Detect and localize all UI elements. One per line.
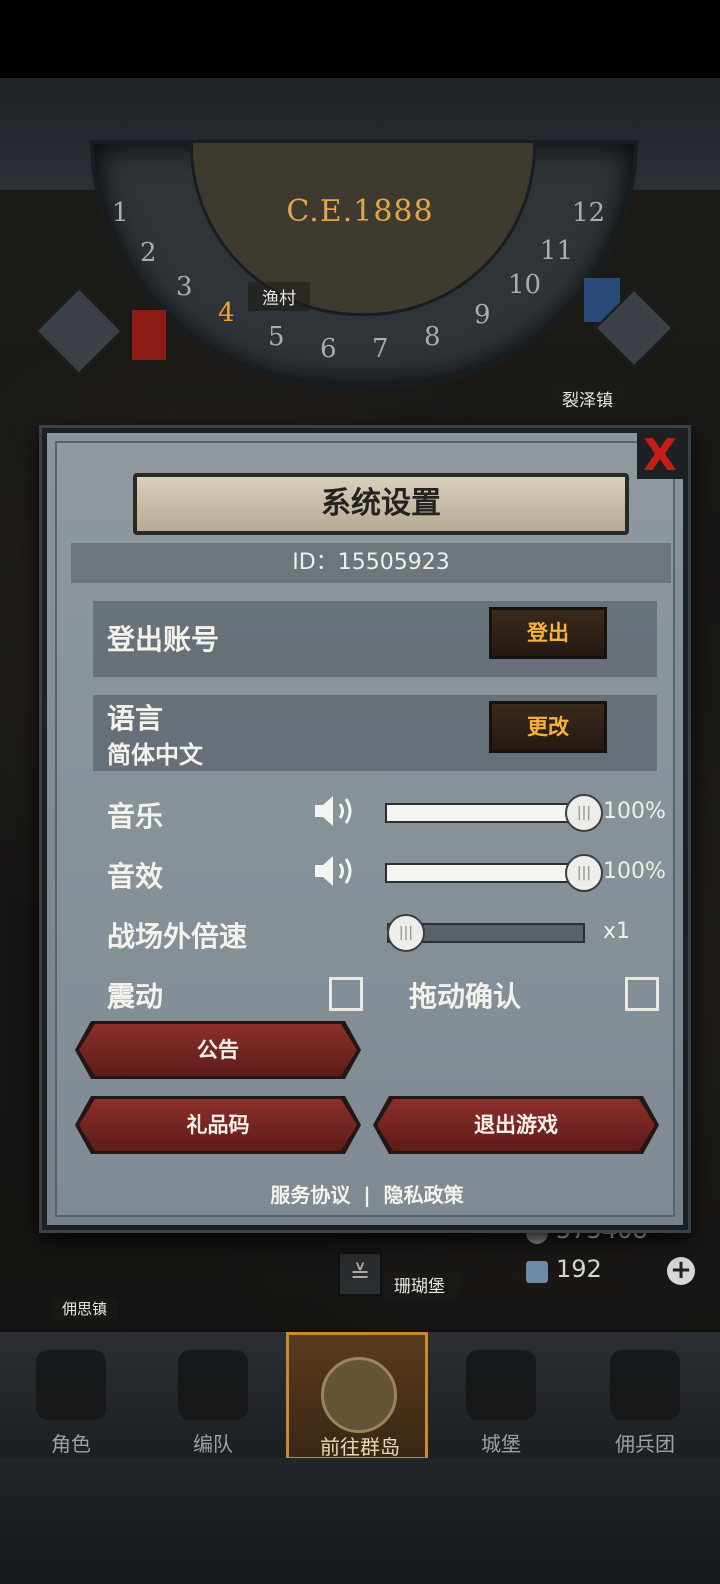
dial-number-12: 12 [572,198,606,228]
dial-number-10: 10 [508,270,542,300]
logout-button[interactable]: 登出 [489,607,607,659]
knight-icon [36,1350,106,1420]
nav-label: 编队 [193,1432,233,1456]
sfx-slider[interactable] [385,863,591,883]
top-black-bar [0,0,720,78]
music-slider-knob[interactable]: ||| [565,794,603,832]
map-label-crack-town[interactable]: 裂泽镇 [548,384,627,413]
footer-shade [0,1458,720,1584]
castle-icon [466,1350,536,1420]
dial-number-4: 4 [218,298,235,328]
dial-number-9: 9 [474,300,491,330]
crystal-icon [526,1261,548,1283]
dial-number-3: 3 [176,272,193,302]
music-label: 音乐 [107,800,164,833]
bottom-nav: 角色 编队 前往群岛 城堡 佣兵团 [0,1330,720,1460]
banner-flag-icon [132,310,166,360]
dial-number-11: 11 [540,236,574,266]
change-language-button[interactable]: 更改 [489,701,607,753]
map-label-fishing-village[interactable]: 渔村 [248,282,310,311]
nav-item-formation[interactable]: 编队 [142,1332,284,1460]
dial-number-8: 8 [424,322,441,352]
nav-item-mercenary[interactable]: 佣兵团 [574,1332,716,1460]
add-resource-button[interactable]: + [667,1257,695,1285]
music-slider[interactable] [385,803,591,823]
crystal-amount: 192 [556,1255,602,1283]
settings-dialog-body: 系统设置 ID：15505923 登出账号 登出 语言 简体中文 更改 音乐 |… [55,441,675,1217]
policy-links: 服务协议 | 隐私政策 [57,1179,677,1208]
link-separator: | [363,1183,371,1207]
speed-label: 战场外倍速 [107,920,248,953]
nav-label: 城堡 [481,1432,521,1456]
nav-item-castle[interactable]: 城堡 [430,1332,572,1460]
dialog-title: 系统设置 [133,473,629,535]
dial-number-1: 1 [112,198,129,228]
player-id: ID：15505923 [71,543,671,583]
terms-link[interactable]: 服务协议 [270,1183,350,1207]
exit-game-button[interactable]: 退出游戏 [377,1099,655,1151]
gift-code-button[interactable]: 礼品码 [79,1099,357,1151]
mercenary-banner-icon [610,1350,680,1420]
dial-number-7: 7 [372,334,389,364]
speaker-icon[interactable] [313,853,359,889]
close-icon[interactable]: X [637,433,683,479]
map-label-coral-fort[interactable]: 珊瑚堡 [380,1270,459,1299]
dial-number-6: 6 [320,334,337,364]
privacy-link[interactable]: 隐私政策 [384,1183,464,1207]
nav-item-islands[interactable]: 前往群岛 [286,1332,428,1460]
speaker-icon[interactable] [313,793,359,829]
logout-label: 登出账号 [107,623,220,656]
speed-value: x1 [603,919,631,944]
music-percent: 100% [603,799,666,824]
nav-label: 角色 [51,1432,91,1456]
language-label: 语言 [107,702,164,735]
language-value: 简体中文 [107,741,203,769]
helmet-icon [178,1350,248,1420]
drag-confirm-label: 拖动确认 [409,980,522,1013]
map-label-mercenary-town[interactable]: 佣思镇 [52,1298,118,1319]
globe-compass-icon [321,1357,397,1433]
nav-label: 佣兵团 [615,1432,675,1456]
dial-number-5: 5 [268,322,285,352]
sfx-label: 音效 [107,860,164,893]
drag-confirm-checkbox[interactable] [625,977,659,1011]
nav-item-character[interactable]: 角色 [0,1332,142,1460]
vibration-label: 震动 [107,980,164,1013]
announcement-button[interactable]: 公告 [79,1024,357,1076]
speed-slider-knob[interactable]: ||| [387,914,425,952]
nav-label: 前往群岛 [320,1435,400,1459]
sfx-slider-knob[interactable]: ||| [565,854,603,892]
collapse-down-icon[interactable]: ≚ [338,1252,382,1296]
sfx-percent: 100% [603,859,666,884]
settings-dialog: 系统设置 ID：15505923 登出账号 登出 语言 简体中文 更改 音乐 |… [42,428,688,1230]
dial-number-2: 2 [140,238,157,268]
vibration-checkbox[interactable] [329,977,363,1011]
era-title: C.E.1888 [286,194,434,229]
